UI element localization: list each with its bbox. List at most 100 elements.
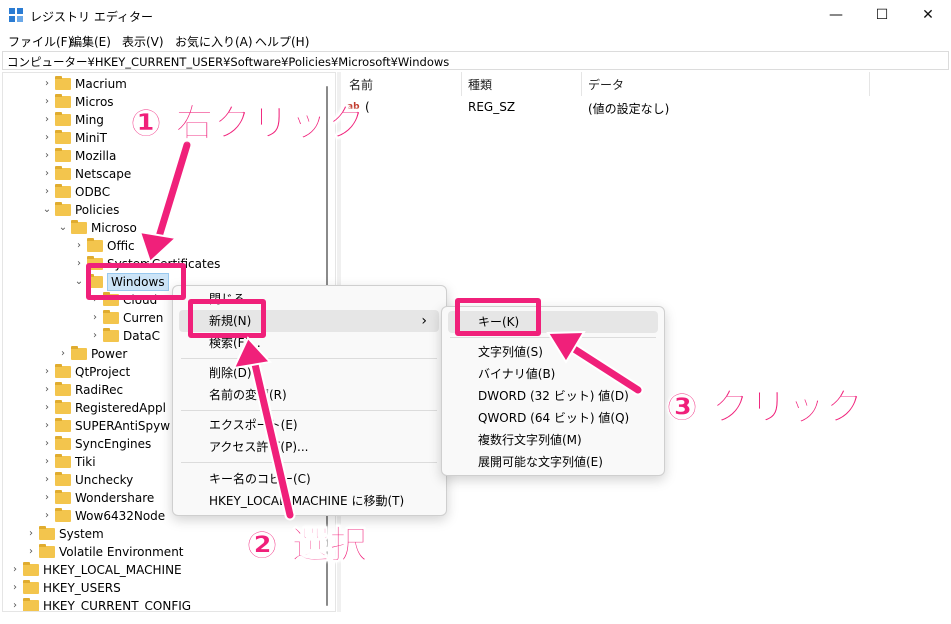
folder-icon	[71, 220, 87, 234]
tree-item[interactable]: › HKEY_CURRENT_CONFIG	[3, 597, 333, 612]
chevron-right-icon[interactable]: ›	[41, 453, 53, 471]
menu-item-go-to-hklm[interactable]: HKEY_LOCAL_MACHINE に移動(T)	[179, 490, 439, 512]
folder-icon	[103, 310, 119, 324]
minimize-button[interactable]: —	[813, 0, 859, 31]
column-divider[interactable]	[869, 72, 870, 96]
chevron-right-icon[interactable]: ›	[9, 597, 21, 611]
value-data: (値の設定なし)	[588, 102, 670, 116]
maximize-button[interactable]: ☐	[859, 0, 905, 31]
menu-item-binary-value[interactable]: バイナリ値(B)	[448, 363, 658, 385]
menu-item-string-value[interactable]: 文字列値(S)	[448, 341, 658, 363]
chevron-right-icon[interactable]: ›	[41, 399, 53, 417]
chevron-right-icon[interactable]: ›	[25, 525, 37, 543]
chevron-down-icon[interactable]: ⌄	[57, 219, 69, 237]
chevron-down-icon[interactable]: ⌄	[73, 273, 85, 291]
folder-icon	[55, 400, 71, 414]
menu-edit[interactable]: 編集(E)	[70, 33, 111, 50]
menu-item-delete[interactable]: 削除(D)	[179, 362, 439, 384]
menu-item-expandable-string-value[interactable]: 展開可能な文字列値(E)	[448, 451, 658, 473]
address-bar[interactable]: コンピューター¥HKEY_CURRENT_USER¥Software¥Polic…	[2, 51, 949, 70]
menu-item-copy-key-name[interactable]: キー名のコピー(C)	[179, 468, 439, 490]
menu-help[interactable]: ヘルプ(H)	[255, 33, 309, 50]
folder-icon	[23, 562, 39, 576]
folder-icon	[39, 526, 55, 540]
chevron-right-icon[interactable]: ›	[41, 417, 53, 435]
tree-item-label: Policies	[75, 203, 120, 217]
chevron-right-icon[interactable]: ›	[41, 471, 53, 489]
chevron-right-icon[interactable]: ›	[41, 111, 53, 129]
tree-item[interactable]: ⌄ Microso	[3, 219, 333, 237]
close-button[interactable]: ✕	[905, 0, 951, 31]
annotation-step2: ② 選択	[245, 523, 368, 568]
chevron-down-icon[interactable]: ⌄	[41, 201, 53, 219]
tree-item[interactable]: › Offic	[3, 237, 333, 255]
tree-item-label: Netscape	[75, 167, 132, 181]
column-header-name[interactable]: 名前	[349, 76, 373, 93]
tree-item-label: Tiki	[75, 455, 96, 469]
folder-icon	[55, 508, 71, 522]
folder-icon	[55, 130, 71, 144]
folder-icon	[55, 148, 71, 162]
value-name: (	[365, 100, 370, 114]
menu-item-permissions[interactable]: アクセス許可(P)...	[179, 436, 439, 458]
annotation-step3: ③ クリック	[665, 385, 864, 430]
chevron-right-icon[interactable]: ›	[73, 255, 85, 273]
folder-icon	[55, 418, 71, 432]
menu-view[interactable]: 表示(V)	[122, 33, 164, 50]
chevron-right-icon[interactable]: ›	[41, 129, 53, 147]
menu-item-export[interactable]: エクスポート(E)	[179, 414, 439, 436]
annotation-step1: ① 右クリック	[129, 101, 366, 146]
tree-item[interactable]: › Netscape	[3, 165, 333, 183]
chevron-right-icon[interactable]: ›	[73, 237, 85, 255]
folder-icon	[55, 112, 71, 126]
title-bar: レジストリ エディター — ☐ ✕	[0, 0, 951, 31]
chevron-right-icon[interactable]: ›	[41, 93, 53, 111]
chevron-right-icon[interactable]: ›	[41, 489, 53, 507]
chevron-right-icon[interactable]: ›	[25, 543, 37, 561]
chevron-right-icon[interactable]: ›	[89, 309, 101, 327]
folder-icon	[55, 94, 71, 108]
column-header-data[interactable]: データ	[588, 76, 624, 93]
menu-favorites[interactable]: お気に入り(A)	[175, 33, 253, 50]
menu-separator	[181, 410, 437, 411]
tree-item-label: Wondershare	[75, 491, 155, 505]
tree-item[interactable]: › Macrium	[3, 75, 333, 93]
chevron-right-icon[interactable]: ›	[41, 165, 53, 183]
column-header-type[interactable]: 種類	[468, 76, 492, 93]
menu-item-rename[interactable]: 名前の変更(R)	[179, 384, 439, 406]
chevron-right-icon[interactable]: ›	[41, 183, 53, 201]
chevron-right-icon[interactable]: ›	[41, 381, 53, 399]
tree-item-label: RadiRec	[75, 383, 124, 397]
tree-item-label: Microso	[91, 221, 137, 235]
chevron-right-icon[interactable]: ›	[41, 147, 53, 165]
chevron-right-icon[interactable]: ›	[89, 327, 101, 345]
highlight-new-item	[188, 299, 266, 338]
chevron-right-icon[interactable]: ›	[41, 507, 53, 525]
chevron-right-icon[interactable]: ›	[41, 75, 53, 93]
menu-item-qword-value[interactable]: QWORD (64 ビット) 値(Q)	[448, 407, 658, 429]
value-type: REG_SZ	[468, 100, 516, 114]
menu-item-multi-string-value[interactable]: 複数行文字列値(M)	[448, 429, 658, 451]
chevron-right-icon[interactable]: ›	[41, 363, 53, 381]
registry-editor-icon	[9, 8, 23, 22]
tree-item-label: System	[59, 527, 104, 541]
chevron-right-icon[interactable]: ›	[57, 345, 69, 363]
folder-icon	[23, 598, 39, 611]
tree-item-label: Ming	[75, 113, 104, 127]
column-divider[interactable]	[581, 72, 582, 96]
tree-item[interactable]: › HKEY_USERS	[3, 579, 333, 597]
folder-icon	[55, 454, 71, 468]
tree-item[interactable]: › Mozilla	[3, 147, 333, 165]
table-row[interactable]: ab ( REG_SZ (値の設定なし)	[345, 98, 945, 118]
tree-item[interactable]: › ODBC	[3, 183, 333, 201]
column-divider[interactable]	[461, 72, 462, 96]
menu-file[interactable]: ファイル(F)	[8, 33, 72, 50]
tree-item-label: SUPERAntiSpyw	[75, 419, 171, 433]
highlight-windows-key	[86, 263, 186, 300]
tree-item-label: HKEY_CURRENT_CONFIG	[43, 599, 192, 612]
menu-item-dword-value[interactable]: DWORD (32 ビット) 値(D)	[448, 385, 658, 407]
chevron-right-icon[interactable]: ›	[41, 435, 53, 453]
tree-item[interactable]: ⌄ Policies	[3, 201, 333, 219]
chevron-right-icon[interactable]: ›	[9, 561, 21, 579]
chevron-right-icon[interactable]: ›	[9, 579, 21, 597]
